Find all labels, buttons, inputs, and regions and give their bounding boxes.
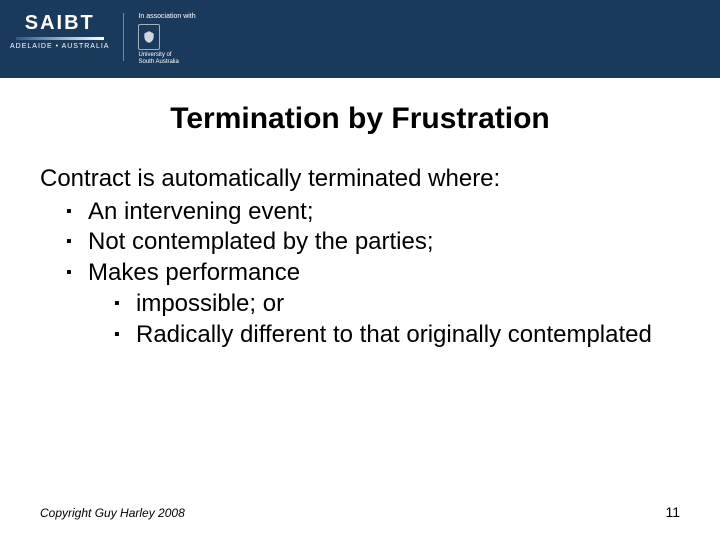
square-bullet-icon: ▪ bbox=[66, 227, 88, 257]
bullet-lvl1: ▪ Not contemplated by the parties; bbox=[40, 227, 680, 258]
logo-block: SAIBT ADELAIDE • AUSTRALIA In associatio… bbox=[10, 13, 196, 65]
slide-content: Contract is automatically terminated whe… bbox=[0, 164, 720, 350]
square-bullet-icon: ▪ bbox=[114, 289, 136, 319]
square-bullet-icon: ▪ bbox=[66, 258, 88, 288]
logo-underline bbox=[16, 37, 104, 40]
copyright-text: Copyright Guy Harley 2008 bbox=[40, 506, 185, 520]
assoc-uni-line1: University of bbox=[138, 52, 171, 59]
bullet-text: Makes performance bbox=[88, 258, 680, 289]
bullet-lvl1: ▪ Makes performance bbox=[40, 258, 680, 289]
assoc-uni-line2: South Australia bbox=[138, 59, 178, 66]
bullet-lvl2: ▪ impossible; or bbox=[40, 289, 680, 320]
logo-divider bbox=[123, 13, 124, 61]
bullet-text: Radically different to that originally c… bbox=[136, 320, 680, 351]
bullet-text: impossible; or bbox=[136, 289, 680, 320]
bullet-text: An intervening event; bbox=[88, 197, 680, 228]
assoc-label: In association with bbox=[138, 13, 195, 20]
logo-saibt: SAIBT ADELAIDE • AUSTRALIA bbox=[10, 13, 109, 50]
square-bullet-icon: ▪ bbox=[114, 320, 136, 350]
bullet-text: Not contemplated by the parties; bbox=[88, 227, 680, 258]
bullet-lvl1: ▪ An intervening event; bbox=[40, 197, 680, 228]
intro-text: Contract is automatically terminated whe… bbox=[40, 164, 680, 195]
square-bullet-icon: ▪ bbox=[66, 197, 88, 227]
logo-association: In association with University of South … bbox=[138, 13, 195, 65]
logo-primary-text: SAIBT bbox=[25, 13, 95, 33]
bullet-lvl2: ▪ Radically different to that originally… bbox=[40, 320, 680, 351]
logo-primary-subtext: ADELAIDE • AUSTRALIA bbox=[10, 43, 109, 50]
slide-title: Termination by Frustration bbox=[0, 102, 720, 136]
university-crest-icon bbox=[138, 24, 160, 50]
footer: Copyright Guy Harley 2008 11 bbox=[40, 504, 680, 520]
header-band: SAIBT ADELAIDE • AUSTRALIA In associatio… bbox=[0, 0, 720, 78]
page-number: 11 bbox=[665, 504, 680, 520]
